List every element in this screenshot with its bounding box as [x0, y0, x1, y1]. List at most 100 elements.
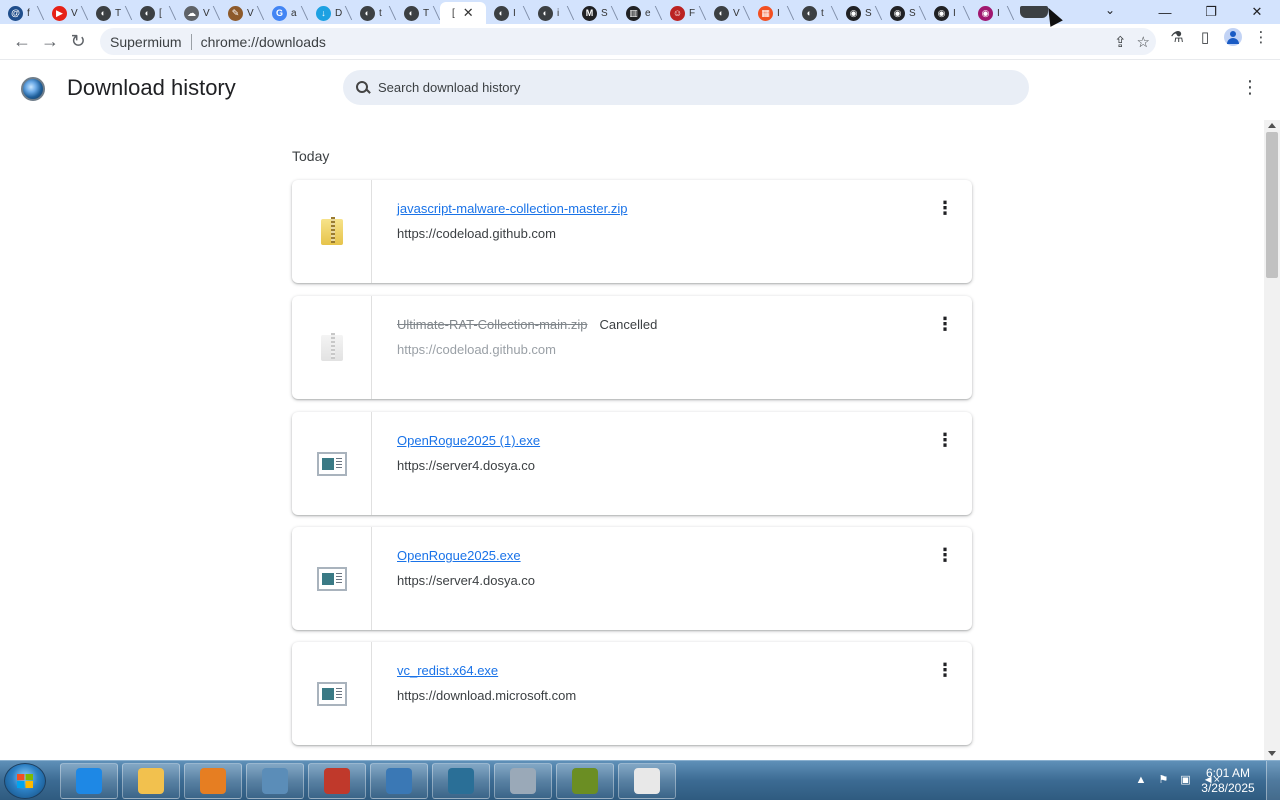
- browser-tab[interactable]: ◐ T: [88, 2, 132, 24]
- tab-strip: @ f ▶ V ◐ T ◐[☁ V ✎ V Ga ↓ D ◐ t ◐ T[✕ ◐ I ◐ i M S ▥ e ☺ F ◐ V ▦ I ◐ t ◉ S…: [0, 0, 1280, 24]
- browser-tab[interactable]: ◐ t: [352, 2, 396, 24]
- bookmark-star-icon[interactable]: ☆: [1137, 33, 1150, 51]
- download-source-url: https://server4.dosya.co: [397, 573, 536, 588]
- restore-button[interactable]: ❐: [1188, 4, 1234, 20]
- tab-title: F: [689, 7, 696, 19]
- taskbar-spy-tool-button[interactable]: [556, 763, 614, 799]
- internet-explorer-icon: [76, 768, 102, 794]
- browser-tab[interactable]: ◐ I: [486, 2, 530, 24]
- network-icon[interactable]: ▣: [1180, 773, 1190, 786]
- browser-tab[interactable]: ✎ V: [220, 2, 264, 24]
- side-panel-icon[interactable]: ▯: [1196, 28, 1214, 46]
- zip-file-icon: [320, 332, 343, 363]
- download-more-actions-icon[interactable]: ⋮: [936, 546, 954, 567]
- download-file-link[interactable]: javascript-malware-collection-master.zip: [397, 201, 627, 216]
- browser-tab[interactable]: ☁ V: [176, 2, 220, 24]
- tab-favicon-icon: ✎: [228, 5, 243, 21]
- browser-tab[interactable]: ◉ I: [926, 2, 970, 24]
- tab-title: I: [997, 7, 1000, 19]
- taskbar-supermium-browser-button[interactable]: [432, 763, 490, 799]
- tab-downloads-active[interactable]: [✕: [440, 2, 486, 24]
- browser-tab[interactable]: ☺ F: [662, 2, 706, 24]
- download-more-actions-icon[interactable]: ⋮: [936, 431, 954, 452]
- search-box[interactable]: [343, 70, 1029, 105]
- browser-tab[interactable]: ◐ T: [396, 2, 440, 24]
- browser-tab[interactable]: MS: [574, 2, 618, 24]
- tab-title: S: [865, 7, 872, 19]
- forward-button[interactable]: →: [36, 28, 64, 56]
- exe-file-icon: [316, 681, 347, 706]
- tab-title: [: [159, 7, 162, 19]
- minimize-button[interactable]: —: [1142, 5, 1188, 20]
- tab-search-chevron-icon[interactable]: ⌄: [1105, 3, 1115, 17]
- labs-flask-icon[interactable]: ⚗: [1168, 28, 1186, 46]
- close-window-button[interactable]: ✕: [1234, 4, 1280, 20]
- download-more-actions-icon[interactable]: ⋮: [936, 661, 954, 682]
- tab-title: t: [821, 7, 824, 19]
- download-item: OpenRogue2025.exe https://server4.dosya.c…: [292, 527, 972, 630]
- download-name-row: OpenRogue2025 (1).exe: [397, 432, 540, 450]
- download-source-url: https://codeload.github.com: [397, 342, 556, 357]
- address-bar[interactable]: Supermium chrome://downloads ⇪ ☆: [100, 28, 1156, 55]
- share-icon[interactable]: ⇪: [1114, 33, 1127, 51]
- url-text[interactable]: chrome://downloads: [201, 34, 326, 50]
- browser-tab[interactable]: ↓ D: [308, 2, 352, 24]
- document-icon: [634, 768, 660, 794]
- browser-tab[interactable]: ▶ V: [44, 2, 88, 24]
- action-center-flag-icon[interactable]: ⚑: [1158, 773, 1168, 786]
- scroll-down-arrow-icon[interactable]: [1268, 751, 1276, 756]
- download-file-link[interactable]: OpenRogue2025 (1).exe: [397, 433, 540, 448]
- browser-tab[interactable]: ◐[: [132, 2, 176, 24]
- tray-expand-icon[interactable]: ▲: [1136, 774, 1147, 786]
- tab-title: I: [777, 7, 780, 19]
- download-more-actions-icon[interactable]: ⋮: [936, 315, 954, 336]
- clock[interactable]: 6:01 AM 3/28/2025: [1198, 766, 1258, 796]
- control-panel-icon: [262, 768, 288, 794]
- tab-favicon-icon: ◉: [890, 5, 905, 21]
- taskbar-internet-explorer-button[interactable]: [60, 763, 118, 799]
- profile-avatar-icon[interactable]: [1224, 28, 1242, 46]
- browser-tab[interactable]: ◉ S: [838, 2, 882, 24]
- page-scrollbar[interactable]: [1264, 120, 1280, 760]
- download-file-link[interactable]: vc_redist.x64.exe: [397, 663, 498, 678]
- browser-tab[interactable]: ▦ I: [750, 2, 794, 24]
- browser-tab[interactable]: ◉ I: [970, 2, 1014, 24]
- tab-favicon-icon: @: [8, 5, 23, 21]
- taskbar-media-player-button[interactable]: [184, 763, 242, 799]
- search-input[interactable]: [378, 80, 978, 95]
- taskbar-document-button[interactable]: [618, 763, 676, 799]
- browser-tab[interactable]: Ga: [264, 2, 308, 24]
- reload-button[interactable]: ↻: [64, 28, 92, 56]
- browser-menu-icon[interactable]: ⋮: [1252, 28, 1270, 46]
- browser-tab[interactable]: ◉ S: [882, 2, 926, 24]
- taskbar-network-button[interactable]: [370, 763, 428, 799]
- tab-close-icon[interactable]: ✕: [463, 5, 474, 21]
- page-more-menu-icon[interactable]: ⋮: [1241, 78, 1259, 98]
- taskbar-mobile-device-button[interactable]: [494, 763, 552, 799]
- browser-tab[interactable]: ◐ V: [706, 2, 750, 24]
- browser-tab[interactable]: @ f: [0, 2, 44, 24]
- file-icon-column: [292, 296, 372, 399]
- scrollbar-thumb[interactable]: [1266, 132, 1278, 278]
- show-desktop-button[interactable]: [1266, 761, 1280, 800]
- start-button[interactable]: [4, 763, 46, 799]
- tab-title: I: [513, 7, 516, 19]
- browser-tab[interactable]: ◐ t: [794, 2, 838, 24]
- tab-title: V: [71, 7, 78, 19]
- browser-tab[interactable]: ◐ i: [530, 2, 574, 24]
- taskbar-toolbox-button[interactable]: [308, 763, 366, 799]
- taskbar-file-explorer-button[interactable]: [122, 763, 180, 799]
- tab-title: S: [909, 7, 916, 19]
- back-button[interactable]: ←: [8, 28, 36, 56]
- tab-title: a: [291, 7, 297, 19]
- download-item: vc_redist.x64.exe https://download.micros…: [292, 642, 972, 745]
- taskbar-control-panel-button[interactable]: [246, 763, 304, 799]
- download-more-actions-icon[interactable]: ⋮: [936, 199, 954, 220]
- download-file-link[interactable]: OpenRogue2025.exe: [397, 548, 521, 563]
- search-icon: [356, 80, 370, 95]
- browser-tab[interactable]: ▥ e: [618, 2, 662, 24]
- scroll-up-arrow-icon[interactable]: [1268, 123, 1276, 128]
- tab-title: D: [335, 7, 343, 19]
- tab-title: t: [379, 7, 382, 19]
- tab-favicon-icon: ◐: [404, 5, 419, 21]
